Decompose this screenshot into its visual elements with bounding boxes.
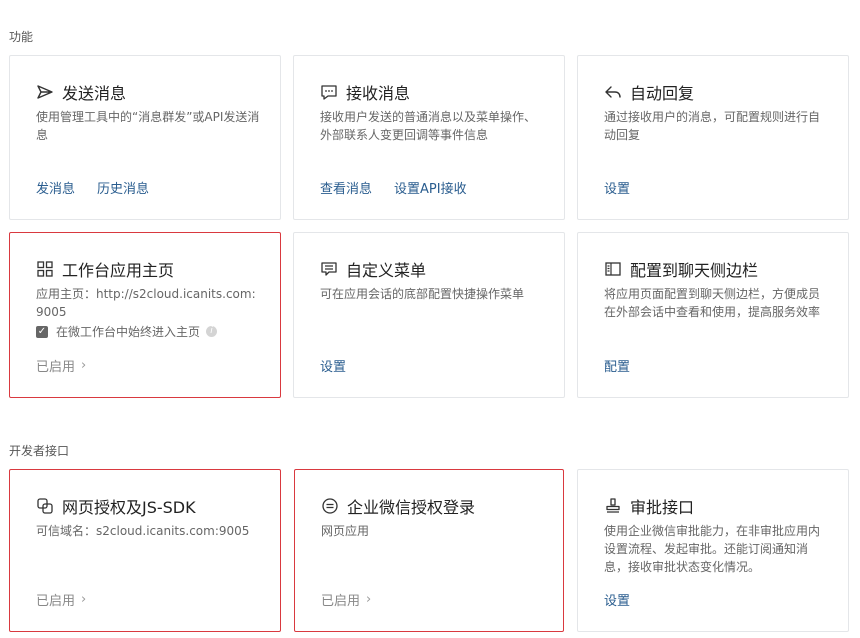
card-description: 应用主页：http://s2cloud.icanits.com:9005	[36, 287, 256, 319]
card-receive-message: 接收消息 接收用户发送的普通消息以及菜单操作、外部联系人变更回调等事件信息 查看…	[293, 55, 565, 220]
info-icon[interactable]: i	[206, 326, 218, 337]
send-icon	[37, 85, 53, 99]
card-title: 网页授权及JS-SDK	[62, 498, 196, 517]
card-description: 使用企业微信审批能力，在非审批应用内设置流程、发起审批。还能订阅通知消息，接收审…	[604, 524, 821, 574]
card-description: 接收用户发送的普通消息以及菜单操作、外部联系人变更回调等事件信息	[320, 110, 537, 142]
card-auto-reply: 自动回复 通过接收用户的消息，可配置规则进行自动回复 设置	[577, 55, 849, 220]
card-title: 发送消息	[62, 84, 127, 103]
approval-settings-link[interactable]: 设置	[604, 590, 630, 609]
setup-api-receive-link[interactable]: 设置API接收	[394, 178, 467, 197]
chat-bubble-icon	[321, 85, 337, 100]
oauth-enabled-status[interactable]: 已启用 ›	[36, 590, 86, 609]
card-title: 审批接口	[630, 498, 695, 517]
card-custom-menu: 自定义菜单 可在应用会话的底部配置快捷操作菜单 设置	[293, 232, 565, 398]
wecom-login-enabled-status[interactable]: 已启用 ›	[321, 590, 371, 609]
card-description: 将应用页面配置到聊天侧边栏，方便成员在外部会话中查看和使用，提高服务效率	[604, 287, 821, 319]
workbench-enabled-status[interactable]: 已启用 ›	[36, 356, 86, 375]
card-title: 配置到聊天侧边栏	[630, 261, 759, 280]
checkbox-label: 在微工作台中始终进入主页	[56, 325, 201, 339]
card-description: 使用管理工具中的“消息群发”或API发送消息	[36, 110, 260, 142]
reply-icon	[605, 86, 621, 98]
grid-icon	[37, 261, 53, 277]
card-chat-sidebar: 配置到聊天侧边栏 将应用页面配置到聊天侧边栏，方便成员在外部会话中查看和使用，提…	[577, 232, 849, 398]
section-label-features: 功能	[9, 30, 34, 44]
history-messages-link[interactable]: 历史消息	[97, 178, 149, 197]
login-icon	[322, 498, 338, 514]
custom-menu-settings-link[interactable]: 设置	[320, 356, 346, 375]
copy-link-icon	[37, 498, 53, 514]
card-title: 工作台应用主页	[62, 261, 175, 280]
configure-sidebar-link[interactable]: 配置	[604, 356, 630, 375]
auto-reply-settings-link[interactable]: 设置	[604, 178, 630, 197]
card-description: 可在应用会话的底部配置快捷操作菜单	[320, 287, 525, 301]
chevron-right-icon: ›	[81, 592, 87, 607]
menu-icon	[321, 262, 337, 276]
always-homepage-checkbox[interactable]: ✓	[36, 325, 48, 338]
card-wecom-login: 企业微信授权登录 网页应用 已启用 ›	[294, 469, 564, 632]
card-description: 通过接收用户的消息，可配置规则进行自动回复	[604, 110, 821, 142]
send-message-link[interactable]: 发消息	[36, 178, 75, 197]
stamp-icon	[606, 498, 620, 513]
card-title: 自动回复	[630, 84, 695, 103]
view-messages-link[interactable]: 查看消息	[320, 178, 372, 197]
card-title: 企业微信授权登录	[347, 498, 476, 517]
card-approval-api: 审批接口 使用企业微信审批能力，在非审批应用内设置流程、发起审批。还能订阅通知消…	[577, 469, 849, 632]
section-label-developer: 开发者接口	[9, 444, 70, 458]
sidebar-icon	[605, 262, 621, 276]
card-workbench-homepage: 工作台应用主页 应用主页：http://s2cloud.icanits.com:…	[9, 232, 281, 398]
card-description: 可信域名：s2cloud.icanits.com:9005	[36, 524, 250, 538]
card-description: 网页应用	[321, 524, 370, 538]
card-web-oauth-jssdk: 网页授权及JS-SDK 可信域名：s2cloud.icanits.com:900…	[9, 469, 281, 632]
card-send-message: 发送消息 使用管理工具中的“消息群发”或API发送消息 发消息 历史消息	[9, 55, 281, 220]
card-title: 自定义菜单	[346, 261, 427, 280]
card-title: 接收消息	[346, 84, 411, 103]
chevron-right-icon: ›	[81, 358, 87, 373]
chevron-right-icon: ›	[366, 592, 372, 607]
